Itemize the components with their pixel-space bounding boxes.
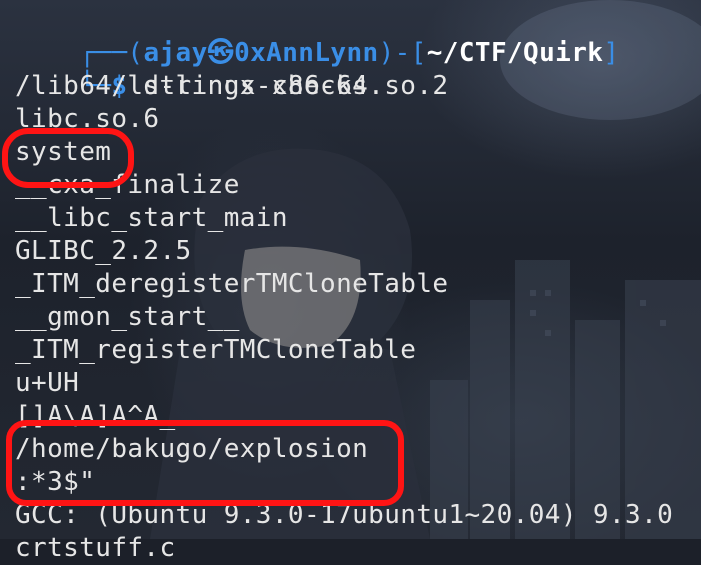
prompt-command-line: └─$ strings checks — [15, 37, 368, 101]
red-box-annotation-path — [6, 420, 404, 506]
output-line: GLIBC_2.2.5 — [15, 236, 192, 266]
output-line: __libc_start_main — [15, 203, 288, 233]
prompt-separator: )-[ — [378, 38, 427, 68]
output-line: u+UH — [15, 368, 80, 398]
output-line: __gmon_start__ — [15, 302, 240, 332]
output-line: _ITM_deregisterTMCloneTable — [15, 269, 449, 299]
output-line: /lib64/ld-linux-x86-64.so.2 — [15, 71, 449, 101]
prompt-header-line: ┌──(ajay㉿0xAnnLynn)-[~/CTF/Quirk] — [15, 4, 619, 68]
output-line: _ITM_registerTMCloneTable — [15, 335, 417, 365]
prompt-close-bracket: ] — [603, 38, 620, 68]
output-line: crtstuff.c — [15, 533, 176, 563]
prompt-path: ~/CTF/Quirk — [426, 38, 604, 68]
red-circle-annotation-system — [2, 128, 134, 188]
